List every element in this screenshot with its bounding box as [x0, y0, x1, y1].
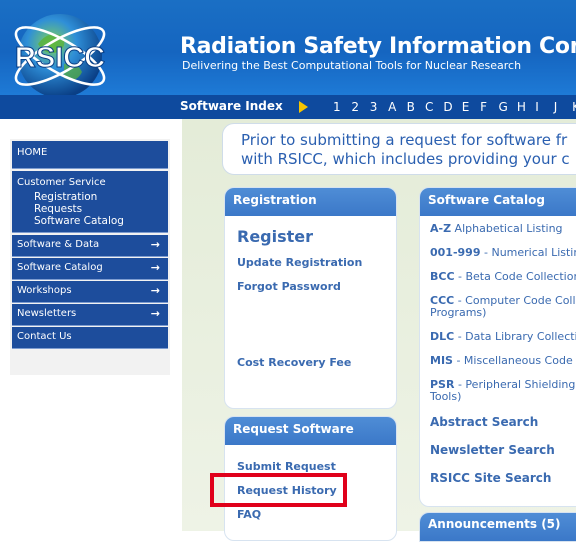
- catalog-entry-a-z[interactable]: A-Z Alphabetical Listing: [430, 222, 563, 235]
- software-catalog-panel: Software Catalog A-Z Alphabetical Listin…: [419, 187, 576, 507]
- sidebar-item-label: HOME: [17, 147, 48, 158]
- index-letter[interactable]: 1: [333, 100, 351, 114]
- software-index-label: Software Index: [180, 99, 283, 113]
- sidebar-sublink-software-catalog[interactable]: Software Catalog: [34, 215, 124, 227]
- index-letter[interactable]: K: [572, 100, 576, 114]
- catalog-entry-dlc[interactable]: DLC - Data Library Collectio: [430, 330, 576, 343]
- newsletter-search-link[interactable]: Newsletter Search: [430, 443, 555, 457]
- index-letter[interactable]: A: [388, 100, 406, 114]
- arrow-right-icon: [299, 101, 308, 113]
- index-letter[interactable]: E: [462, 100, 480, 114]
- arrow-right-icon: →: [150, 261, 160, 274]
- index-letter-list: 1 2 3 A B C D E F G H I J K: [333, 100, 576, 114]
- catalog-entry-numerical[interactable]: 001-999 - Numerical Listing: [430, 246, 576, 259]
- catalog-entry-ccc-cont: Programs): [430, 306, 487, 319]
- sidebar-item-label: Newsletters: [17, 308, 77, 319]
- catalog-entry-mis[interactable]: MIS - Miscellaneous Code C: [430, 354, 576, 367]
- index-letter[interactable]: B: [407, 100, 425, 114]
- registration-heading: Registration: [225, 188, 396, 216]
- registration-panel: Registration Register Update Registratio…: [224, 187, 397, 409]
- site-search-link[interactable]: RSICC Site Search: [430, 471, 551, 485]
- register-link[interactable]: Register: [237, 227, 313, 246]
- forgot-password-link[interactable]: Forgot Password: [237, 280, 341, 293]
- sidebar-item-newsletters[interactable]: Newsletters →: [12, 304, 168, 326]
- site-tagline: Delivering the Best Computational Tools …: [182, 59, 522, 72]
- index-letter[interactable]: F: [480, 100, 498, 114]
- sidebar-item-software-data[interactable]: Software & Data →: [12, 235, 168, 257]
- index-letter[interactable]: J: [554, 100, 572, 114]
- sidebar-nav: HOME Customer Service Registration Reque…: [10, 139, 170, 375]
- faq-link[interactable]: FAQ: [237, 508, 261, 521]
- sidebar-item-customer-service[interactable]: Customer Service Registration Requests S…: [12, 171, 168, 233]
- abstract-search-link[interactable]: Abstract Search: [430, 415, 538, 429]
- sidebar-item-label: Contact Us: [17, 331, 72, 342]
- arrow-right-icon: →: [150, 307, 160, 320]
- catalog-entry-psr-cont: Tools): [430, 390, 462, 403]
- logo-text: RSICC: [15, 42, 105, 74]
- index-letter[interactable]: C: [425, 100, 443, 114]
- software-index-bar: Software Index 1 2 3 A B C D E F G H I J…: [0, 95, 576, 119]
- sidebar-item-contact-us[interactable]: Contact Us: [12, 327, 168, 349]
- notice-line: Prior to submitting a request for softwa…: [241, 131, 568, 149]
- index-letter[interactable]: I: [535, 100, 553, 114]
- sidebar-item-label: Workshops: [17, 285, 72, 296]
- sidebar-item-home[interactable]: HOME: [12, 141, 168, 169]
- sidebar-item-workshops[interactable]: Workshops →: [12, 281, 168, 303]
- request-notice: Prior to submitting a request for softwa…: [222, 123, 576, 175]
- index-letter[interactable]: H: [517, 100, 535, 114]
- site-header: RSICC Radiation Safety Information Comp …: [0, 0, 576, 95]
- software-catalog-heading: Software Catalog: [420, 188, 576, 216]
- rsicc-globe-logo[interactable]: RSICC: [8, 4, 112, 95]
- announcements-panel: Announcements (5): [419, 512, 576, 542]
- index-letter[interactable]: D: [443, 100, 461, 114]
- sidebar-item-label: Software Catalog: [17, 262, 103, 273]
- sidebar-item-software-catalog[interactable]: Software Catalog →: [12, 258, 168, 280]
- sidebar-item-label: Software & Data: [17, 239, 100, 250]
- arrow-right-icon: →: [150, 238, 160, 251]
- arrow-right-icon: →: [150, 284, 160, 297]
- submit-request-link[interactable]: Submit Request: [237, 460, 336, 473]
- sidebar-sublink-requests[interactable]: Requests: [34, 203, 82, 215]
- notice-line: with RSICC, which includes providing you…: [241, 150, 570, 168]
- index-letter[interactable]: 3: [370, 100, 388, 114]
- cost-recovery-fee-link[interactable]: Cost Recovery Fee: [237, 356, 351, 369]
- sidebar-sublink-registration[interactable]: Registration: [34, 191, 97, 203]
- site-title: Radiation Safety Information Comp: [180, 34, 576, 59]
- index-letter[interactable]: G: [499, 100, 517, 114]
- update-registration-link[interactable]: Update Registration: [237, 256, 362, 269]
- catalog-entry-bcc[interactable]: BCC - Beta Code Collection: [430, 270, 576, 283]
- index-letter[interactable]: 2: [351, 100, 369, 114]
- notice-text: Prior to submitting a request for softwa…: [241, 131, 576, 169]
- highlight-box: [210, 473, 347, 507]
- announcements-heading[interactable]: Announcements (5): [420, 513, 576, 541]
- sidebar-item-label: Customer Service: [17, 177, 106, 188]
- request-software-heading: Request Software: [225, 417, 396, 445]
